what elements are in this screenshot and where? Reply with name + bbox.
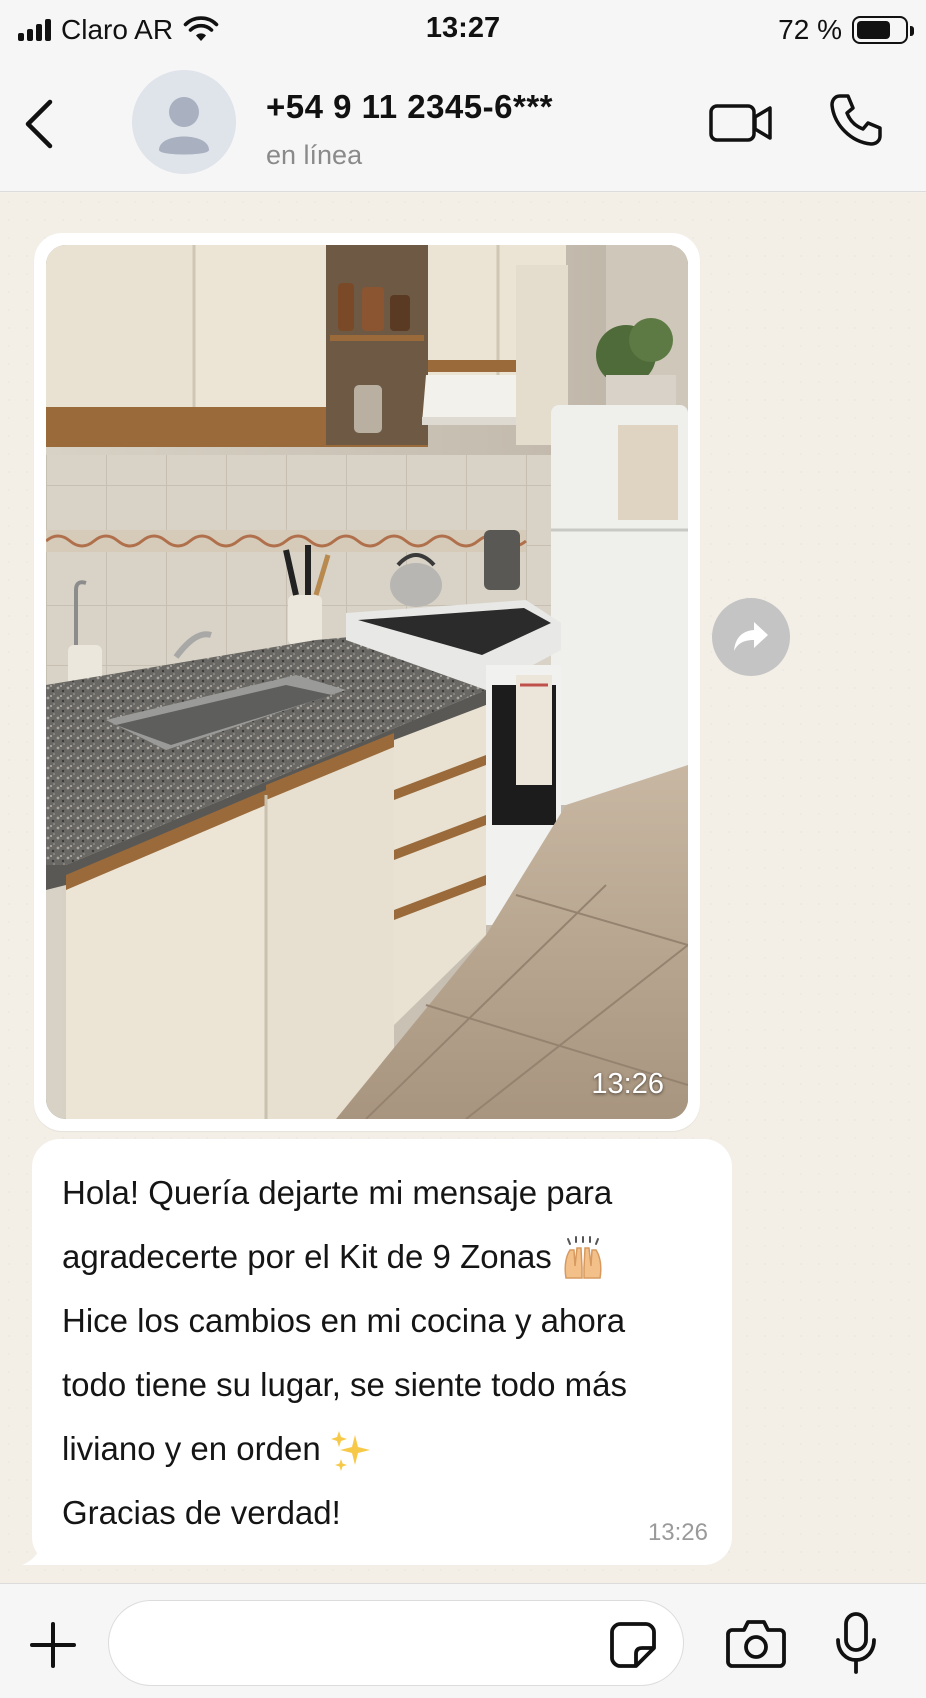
photo-timestamp: 13:26 xyxy=(591,1068,664,1100)
phone-icon[interactable] xyxy=(826,90,886,150)
avatar[interactable] xyxy=(132,70,236,174)
contact-status: en línea xyxy=(266,140,363,170)
status-right: 72 % xyxy=(778,12,914,48)
contact-name[interactable]: +54 9 11 2345-6*** xyxy=(266,88,553,126)
microphone-icon[interactable] xyxy=(834,1612,878,1674)
message-line: agradecerte por el Kit de 9 Zonas xyxy=(62,1225,702,1289)
plus-icon[interactable] xyxy=(28,1620,78,1670)
video-call-icon[interactable] xyxy=(708,94,774,150)
message-line: Hice los cambios en mi cocina y ahora xyxy=(62,1289,702,1353)
forward-button[interactable] xyxy=(712,598,790,676)
message-line: Hola! Quería dejarte mi mensaje para xyxy=(62,1161,702,1225)
message-line: Gracias de verdad! xyxy=(62,1481,702,1545)
chat-header: +54 9 11 2345-6*** en línea xyxy=(0,60,926,192)
kitchen-illustration xyxy=(46,245,688,1119)
chat-area[interactable]: 13:26 Hola! Quería dejarte mi mensaje pa… xyxy=(0,193,926,1583)
input-bar xyxy=(0,1583,926,1698)
message-line-text: liviano y en orden xyxy=(62,1430,321,1467)
message-line-text: Gracias de verdad! xyxy=(62,1494,341,1531)
kitchen-photo[interactable]: 13:26 xyxy=(46,245,688,1119)
battery-percent: 72 % xyxy=(778,14,842,45)
sticker-icon[interactable] xyxy=(608,1620,658,1670)
message-line-text: Hice los cambios en mi cocina y ahora xyxy=(62,1302,626,1339)
text-message[interactable]: Hola! Quería dejarte mi mensaje para agr… xyxy=(32,1139,732,1565)
message-line: todo tiene su lugar, se siente todo más xyxy=(62,1353,702,1417)
sparkles-emoji xyxy=(330,1431,370,1472)
message-input[interactable] xyxy=(108,1600,684,1686)
message-line-text: Hola! Quería dejarte mi mensaje para xyxy=(62,1174,613,1211)
camera-icon[interactable] xyxy=(726,1618,786,1668)
status-bar: Claro AR 13:27 72 % xyxy=(0,0,926,60)
battery-icon xyxy=(852,16,914,44)
battery-tip xyxy=(910,26,914,36)
message-line: liviano y en orden xyxy=(62,1417,702,1481)
avatar-icon xyxy=(159,97,209,155)
back-chevron-icon[interactable] xyxy=(20,96,60,152)
photo-message[interactable]: 13:26 xyxy=(34,233,700,1131)
message-line-text: agradecerte por el Kit de 9 Zonas xyxy=(62,1238,552,1275)
message-timestamp: 13:26 xyxy=(647,1519,708,1546)
battery-level xyxy=(857,21,891,39)
message-line-text: todo tiene su lugar, se siente todo más xyxy=(62,1366,628,1403)
raised-hands-emoji xyxy=(564,1236,602,1280)
forward-icon xyxy=(734,622,768,651)
bubble-tail xyxy=(22,1541,58,1565)
